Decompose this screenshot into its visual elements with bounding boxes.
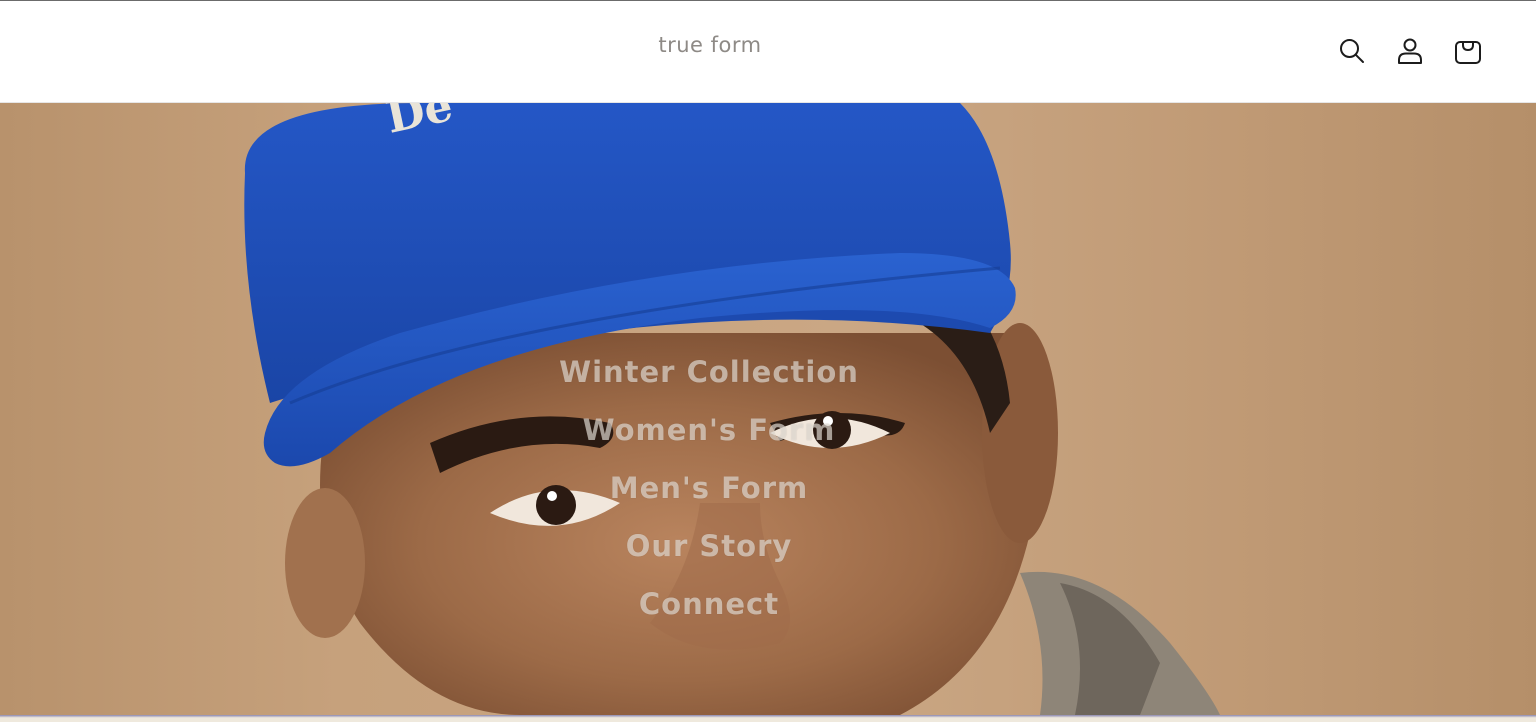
nav-our-story[interactable]: Our Story	[509, 526, 909, 584]
cart-icon	[1455, 41, 1481, 64]
hero-banner: De Winter Collection Women's Form Men's …	[0, 103, 1536, 715]
search-icon	[1340, 39, 1364, 63]
page: true form De Winter Collection Women's F…	[0, 0, 1536, 722]
search-button[interactable]	[1332, 31, 1372, 71]
account-button[interactable]	[1390, 31, 1430, 71]
hero-navigation: Winter Collection Women's Form Men's For…	[509, 352, 909, 642]
account-icon	[1398, 38, 1422, 64]
site-header: true form	[0, 1, 1536, 103]
nav-womens-form[interactable]: Women's Form	[509, 410, 909, 468]
site-logo[interactable]: true form	[600, 33, 820, 57]
header-icons	[1332, 31, 1488, 71]
nav-winter-collection[interactable]: Winter Collection	[509, 352, 909, 410]
cart-button[interactable]	[1448, 31, 1488, 71]
nav-mens-form[interactable]: Men's Form	[509, 468, 909, 526]
nav-connect[interactable]: Connect	[509, 584, 909, 642]
bottom-edge	[0, 715, 1536, 722]
